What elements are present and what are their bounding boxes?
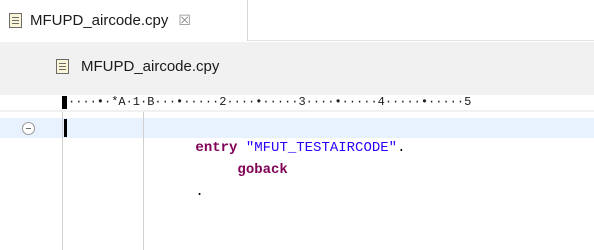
file-icon: [9, 13, 22, 28]
code-line-3[interactable]: .: [145, 162, 204, 222]
period-terminator: .: [195, 184, 204, 200]
editor-area: MFUPD_aircode.cpy ····•·*A·1·B···•·····2…: [0, 42, 594, 250]
sequence-area-divider: [62, 112, 63, 250]
code-editor[interactable]: entry "MFUT_TESTAIRCODE". goback .: [0, 112, 594, 250]
ruler-text: ····•·*A·1·B···•·····2····•·····3····•··…: [68, 95, 472, 109]
text-caret: [64, 119, 67, 137]
line-terminator: .: [397, 140, 406, 156]
breadcrumb: MFUPD_aircode.cpy: [0, 42, 594, 90]
file-icon: [56, 58, 69, 74]
area-a-guide: [143, 112, 144, 250]
editor-tab-strip: MFUPD_aircode.cpy ☒: [0, 0, 594, 41]
breadcrumb-label[interactable]: MFUPD_aircode.cpy: [81, 58, 219, 75]
fold-collapse-icon[interactable]: [22, 122, 35, 135]
tab-title: MFUPD_aircode.cpy: [30, 12, 169, 29]
close-icon[interactable]: ☒: [178, 13, 191, 29]
ruler-cursor-marker: [62, 96, 67, 109]
column-ruler: ····•·*A·1·B···•·····2····•·····3····•··…: [0, 95, 594, 110]
goback-keyword: goback: [237, 162, 288, 178]
editor-tab[interactable]: MFUPD_aircode.cpy ☒: [0, 0, 248, 41]
